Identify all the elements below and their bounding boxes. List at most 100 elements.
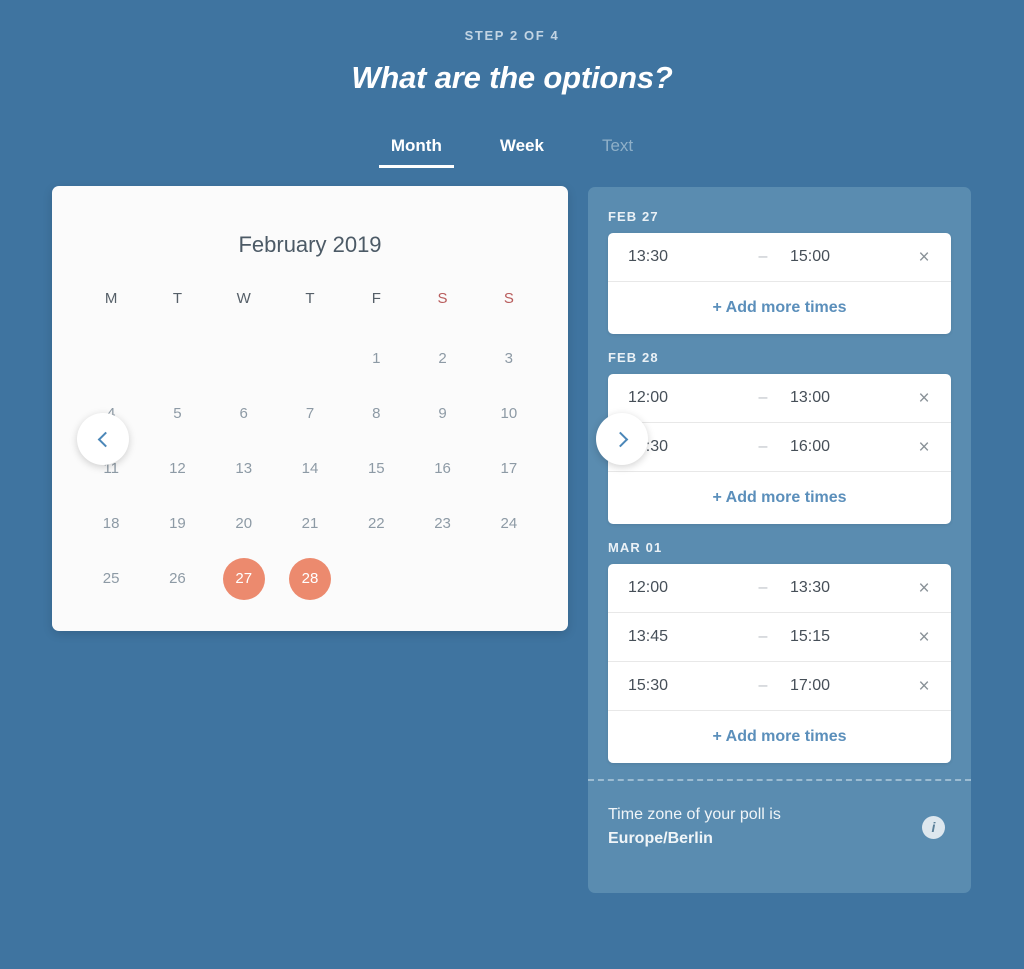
time-slots-panel: FEB 27 13:30–15:00 × + Add more times FEB 28… — [588, 187, 971, 893]
calendar-day-number: 10 — [500, 405, 518, 422]
close-icon[interactable]: × — [911, 385, 937, 411]
calendar-day[interactable]: 16 — [409, 446, 475, 492]
close-icon[interactable]: × — [911, 575, 937, 601]
poll-creation-page: STEP 2 OF 4 What are the options? Month W… — [0, 0, 1024, 969]
slot-day-card: 12:00–13:00 × 14:30–16:00 × + Add more times — [608, 374, 951, 524]
add-more-times-button[interactable]: + Add more times — [608, 472, 951, 524]
calendar-weekday-header: F — [371, 290, 381, 307]
next-month-button[interactable] — [596, 413, 648, 465]
calendar-weekday-header: M — [104, 290, 118, 307]
chevron-right-icon — [612, 431, 628, 447]
calendar-day[interactable]: 25 — [78, 556, 144, 602]
slot-day-label: FEB 27 — [608, 209, 659, 224]
slot-end-time-input[interactable]: 13:30 — [776, 579, 911, 597]
calendar-day-number: 24 — [500, 515, 518, 532]
calendar-day[interactable]: 9 — [409, 391, 475, 437]
calendar-day-number: 18 — [102, 515, 120, 532]
tab-text[interactable]: Text — [590, 136, 645, 168]
calendar-empty-cell — [144, 336, 210, 382]
calendar-day[interactable]: 5 — [144, 391, 210, 437]
slot-start-time-input[interactable]: 13:30 — [628, 248, 750, 266]
tab-month[interactable]: Month — [378, 136, 454, 168]
step-indicator: STEP 2 OF 4 — [464, 28, 560, 43]
calendar-day[interactable]: 18 — [78, 501, 144, 547]
calendar-day[interactable]: 26 — [144, 556, 210, 602]
add-more-times-button[interactable]: + Add more times — [608, 711, 951, 763]
calendar-day[interactable]: 14 — [277, 446, 343, 492]
calendar-day[interactable]: 10 — [476, 391, 542, 437]
time-slot-row: 12:00–13:30 × — [608, 564, 951, 613]
close-icon[interactable]: × — [911, 624, 937, 650]
close-icon[interactable]: × — [911, 673, 937, 699]
calendar-day-number: 3 — [504, 350, 514, 367]
calendar-day[interactable]: 15 — [343, 446, 409, 492]
slot-day-label: MAR 01 — [608, 540, 663, 555]
close-icon[interactable]: × — [911, 244, 937, 270]
calendar-day[interactable]: 2 — [409, 336, 475, 382]
previous-month-button[interactable] — [77, 413, 129, 465]
calendar-day-number: 28 — [288, 558, 331, 600]
calendar-day-number: 6 — [239, 405, 248, 422]
slot-day-label: FEB 28 — [608, 350, 659, 365]
calendar-day-number: 25 — [102, 570, 120, 587]
calendar-day[interactable]: 12 — [144, 446, 210, 492]
calendar-day[interactable]: 19 — [144, 501, 210, 547]
calendar-day-number: 8 — [372, 405, 381, 422]
calendar-section: February 2019 MTWTFSS1234567891011121314… — [52, 186, 648, 631]
calendar-day-number: 14 — [301, 460, 319, 477]
calendar-day[interactable]: 3 — [476, 336, 542, 382]
calendar-day[interactable]: 23 — [409, 501, 475, 547]
time-slot-row: 15:30–17:00 × — [608, 662, 951, 711]
slot-end-time-input[interactable]: 17:00 — [776, 677, 911, 695]
slot-start-time-input[interactable]: 13:45 — [628, 628, 750, 646]
slot-day-card: 12:00–13:30 × 13:45–15:15 × 15:30–17:00 × + Ad… — [608, 564, 951, 763]
slot-start-time-input[interactable]: 12:00 — [628, 579, 750, 597]
calendar-day[interactable]: 21 — [277, 501, 343, 547]
info-icon[interactable]: i — [922, 815, 945, 839]
calendar-day[interactable]: 17 — [476, 446, 542, 492]
calendar-day-selected[interactable]: 28 — [277, 556, 343, 602]
calendar-day-number: 2 — [438, 350, 447, 367]
slot-range-dash: – — [758, 438, 768, 455]
timezone-section: Time zone of your poll is Europe/Berlin i — [608, 781, 951, 878]
calendar-day[interactable]: 7 — [277, 391, 343, 437]
slot-end-time-input[interactable]: 15:00 — [776, 248, 911, 266]
calendar-day[interactable]: 6 — [211, 391, 277, 437]
calendar-day[interactable]: 22 — [343, 501, 409, 547]
calendar-day-number: 22 — [367, 515, 385, 532]
calendar-day-number: 1 — [372, 350, 381, 367]
calendar-day[interactable]: 8 — [343, 391, 409, 437]
calendar-day[interactable]: 20 — [211, 501, 277, 547]
timezone-caption: Time zone of your poll is — [608, 806, 781, 823]
calendar-day[interactable]: 1 — [343, 336, 409, 382]
calendar-day-number: 26 — [169, 570, 186, 587]
calendar-day[interactable]: 13 — [211, 446, 277, 492]
calendar-empty-cell — [277, 336, 343, 382]
calendar-card: February 2019 MTWTFSS1234567891011121314… — [52, 186, 568, 631]
calendar-day-number: 19 — [169, 515, 186, 532]
calendar-weekday-header: T — [172, 290, 182, 307]
main-content: February 2019 MTWTFSS1234567891011121314… — [0, 186, 1024, 893]
chevron-left-icon — [97, 431, 113, 447]
slot-end-time-input[interactable]: 15:15 — [776, 628, 911, 646]
slot-start-time-input[interactable]: 15:30 — [628, 677, 750, 695]
slot-end-time-input[interactable]: 13:00 — [776, 389, 911, 407]
calendar-grid: MTWTFSS123456789101112131415161718192021… — [78, 290, 542, 602]
calendar-day-number: 16 — [434, 460, 451, 477]
slot-range-dash: – — [758, 628, 768, 645]
calendar-day-number: 27 — [222, 558, 265, 600]
calendar-weekday-header: S — [503, 290, 514, 307]
slot-range-dash: – — [758, 248, 768, 265]
tab-week[interactable]: Week — [488, 136, 556, 168]
calendar-day-selected[interactable]: 27 — [211, 556, 277, 602]
timezone-text: Time zone of your poll is Europe/Berlin — [608, 803, 781, 852]
calendar-day-number: 13 — [235, 460, 253, 477]
slot-end-time-input[interactable]: 16:00 — [776, 438, 911, 456]
close-icon[interactable]: × — [911, 434, 937, 460]
calendar-day[interactable]: 24 — [476, 501, 542, 547]
time-slot-row: 14:30–16:00 × — [608, 423, 951, 472]
calendar-weekday-header: T — [305, 290, 315, 307]
calendar-day-number: 20 — [235, 515, 253, 532]
slot-start-time-input[interactable]: 12:00 — [628, 389, 750, 407]
add-more-times-button[interactable]: + Add more times — [608, 282, 951, 334]
